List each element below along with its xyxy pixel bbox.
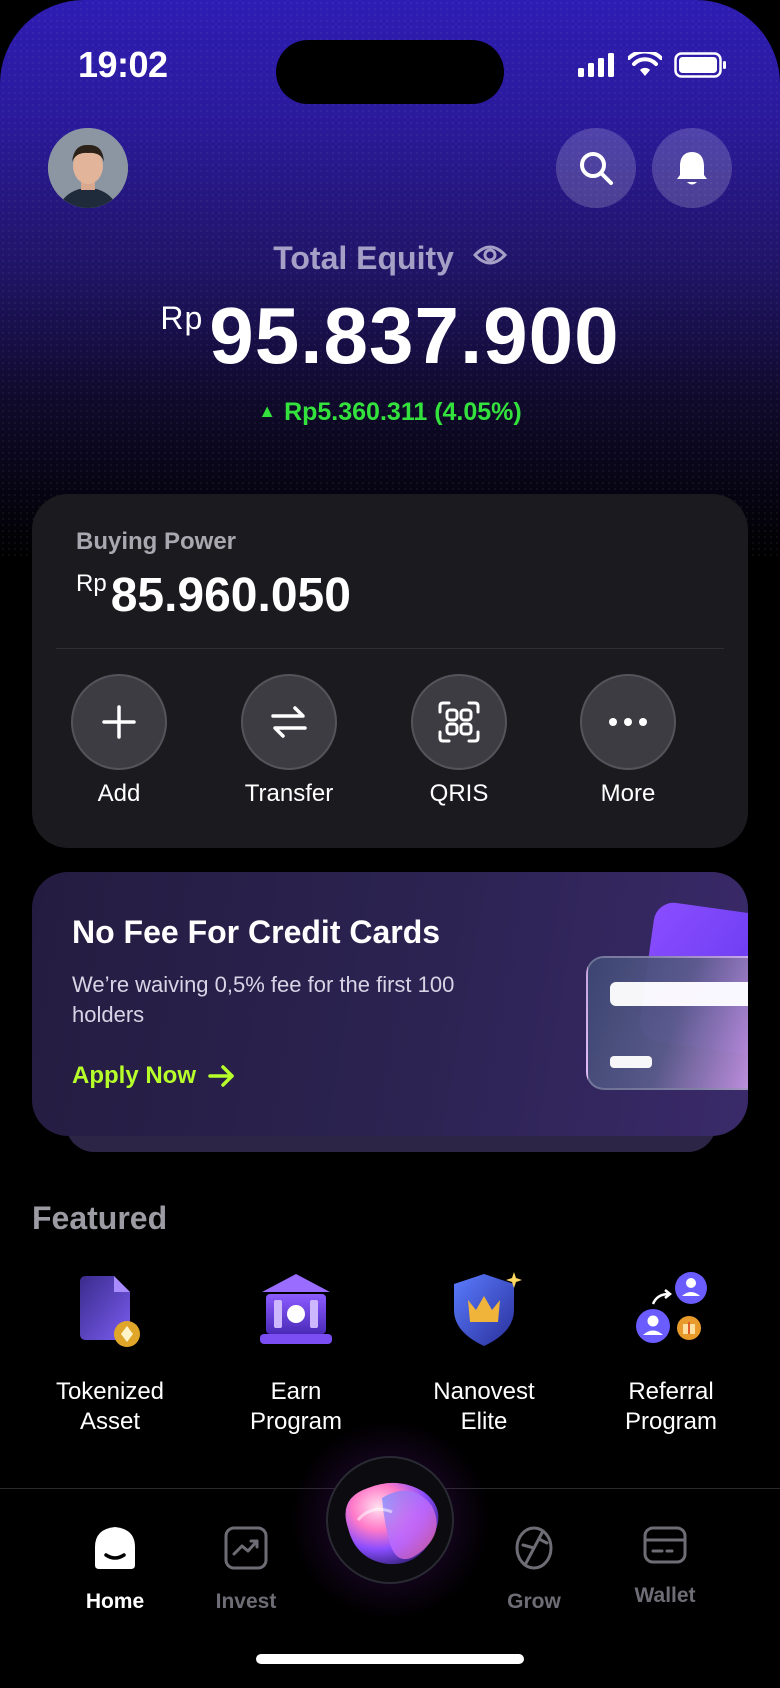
nav-grow[interactable]: Grow: [474, 1525, 594, 1614]
buying-power-label: Buying Power: [76, 528, 237, 555]
apply-now-label: Apply Now: [72, 1062, 196, 1089]
battery-icon: [674, 52, 726, 78]
qris-circle[interactable]: [411, 674, 507, 770]
total-equity-label: Total Equity: [0, 240, 780, 277]
more-label: More: [600, 780, 656, 807]
equity-change-value: Rp5.360.311 (4.05%): [284, 398, 522, 426]
nav-invest[interactable]: Invest: [186, 1525, 306, 1614]
promo-title: No Fee For Credit Cards: [72, 914, 441, 950]
user-avatar-icon: [48, 128, 128, 208]
promo-card[interactable]: No Fee For Credit Cards We’re waiving 0,…: [32, 872, 748, 1136]
total-equity-text: Total Equity: [273, 240, 454, 276]
add-circle[interactable]: [71, 674, 167, 770]
plus-icon: [102, 705, 136, 739]
transfer-circle[interactable]: [241, 674, 337, 770]
nav-grow-label: Grow: [507, 1590, 561, 1613]
phone-screen: 19:02 Total Equity Rp95.837.900 ▲ Rp5.36…: [0, 0, 780, 1688]
buying-power-value: 85.960.050: [110, 569, 351, 622]
transfer-label: Transfer: [244, 780, 334, 807]
apply-now-link[interactable]: Apply Now: [72, 1062, 236, 1090]
featured-heading: Featured: [32, 1200, 168, 1236]
bell-icon: [677, 152, 707, 185]
qris-icon: [438, 701, 480, 743]
buying-power-card: Buying Power Rp85.960.050 Add Transfer Q…: [32, 494, 748, 848]
invest-icon: [224, 1526, 268, 1570]
grow-icon: [515, 1526, 553, 1570]
featured-earn-program[interactable]: Earn Program: [206, 1270, 386, 1437]
home-indicator: [256, 1654, 524, 1664]
add-button[interactable]: Add: [54, 674, 184, 808]
dynamic-island: [276, 40, 504, 104]
nav-invest-label: Invest: [215, 1590, 277, 1613]
more-icon: [609, 718, 647, 726]
transfer-icon: [271, 706, 307, 738]
equity-value: 95.837.900: [209, 291, 620, 380]
eye-icon[interactable]: [472, 239, 507, 276]
arrow-right-icon: [208, 1065, 234, 1087]
total-equity-amount: Rp95.837.900: [0, 290, 780, 382]
referral-icon: [636, 1272, 707, 1343]
profile-avatar[interactable]: [48, 128, 128, 208]
nav-wallet[interactable]: Wallet: [605, 1525, 725, 1608]
search-button[interactable]: [556, 128, 636, 208]
status-time: 19:02: [78, 44, 168, 85]
assistant-orb-button[interactable]: [326, 1456, 454, 1584]
buying-power-currency: Rp: [76, 570, 107, 597]
featured-label: Referral Program: [624, 1378, 718, 1435]
featured-tokenized-asset[interactable]: Tokenized Asset: [20, 1270, 200, 1437]
nav-home[interactable]: Home: [55, 1525, 175, 1614]
more-circle[interactable]: [580, 674, 676, 770]
wifi-icon: [628, 52, 662, 76]
featured-referral-program[interactable]: Referral Program: [581, 1270, 761, 1437]
up-triangle-icon: ▲: [258, 401, 277, 421]
more-button[interactable]: More: [563, 674, 693, 808]
featured-label: Tokenized Asset: [55, 1378, 165, 1435]
qris-label: QRIS: [429, 780, 489, 807]
notification-button[interactable]: [652, 128, 732, 208]
nav-home-label: Home: [85, 1590, 145, 1613]
equity-change: ▲ Rp5.360.311 (4.05%): [0, 398, 780, 427]
qris-button[interactable]: QRIS: [394, 674, 524, 808]
add-label: Add: [97, 780, 141, 807]
buying-power-amount: Rp85.960.050: [76, 568, 351, 623]
status-icons: [578, 52, 728, 78]
promo-description: We’re waiving 0,5% fee for the first 100…: [72, 972, 455, 1027]
home-icon: [95, 1527, 135, 1569]
tokenized-asset-icon: [80, 1276, 140, 1347]
transfer-button[interactable]: Transfer: [224, 674, 354, 808]
cellular-signal-icon: [578, 53, 614, 77]
elite-shield-icon: [454, 1272, 522, 1346]
equity-currency: Rp: [160, 300, 204, 336]
earn-program-icon: [260, 1274, 332, 1344]
wallet-icon: [643, 1526, 687, 1564]
search-icon: [580, 152, 613, 185]
nav-wallet-label: Wallet: [634, 1584, 696, 1607]
credit-card-illustration: [586, 956, 748, 1090]
divider: [56, 648, 724, 649]
assistant-orb-icon: [345, 1482, 439, 1565]
featured-nanovest-elite[interactable]: Nanovest Elite: [394, 1270, 574, 1437]
